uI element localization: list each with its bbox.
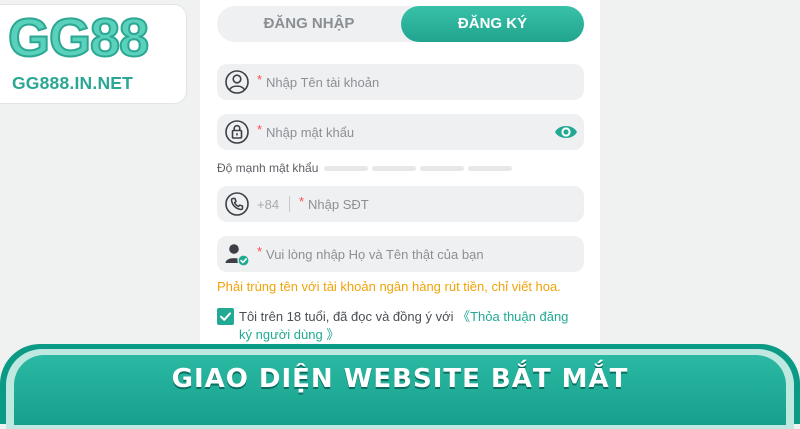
- auth-tabs: ĐĂNG NHẬP ĐĂNG KÝ: [217, 6, 584, 42]
- strength-bar-2: [372, 166, 416, 171]
- eye-icon[interactable]: [554, 121, 578, 143]
- strength-bar-4: [468, 166, 512, 171]
- user-check-icon: [225, 244, 250, 267]
- strength-bar-1: [324, 166, 368, 171]
- required-mark: *: [257, 244, 263, 259]
- tab-register[interactable]: ĐĂNG KÝ: [401, 6, 584, 42]
- required-mark: *: [299, 194, 305, 209]
- username-field[interactable]: * Nhập Tên tài khoản: [217, 64, 584, 100]
- phone-divider: [289, 196, 290, 212]
- password-strength-label: Độ mạnh mật khẩu: [217, 161, 319, 175]
- phone-field[interactable]: +84 * Nhập SĐT: [217, 186, 584, 222]
- strength-bar-3: [420, 166, 464, 171]
- fullname-placeholder: Vui lòng nhập Họ và Tên thật của bạn: [266, 247, 484, 262]
- user-icon: [225, 70, 249, 94]
- phone-placeholder: Nhập SĐT: [308, 197, 369, 212]
- username-placeholder: Nhập Tên tài khoản: [266, 75, 380, 90]
- agree-checkbox[interactable]: [217, 308, 234, 325]
- phone-prefix: +84: [257, 197, 280, 212]
- phone-icon: [225, 192, 249, 216]
- name-hint: Phải trùng tên với tài khoản ngân hàng r…: [217, 279, 561, 294]
- logo-url: GG888.IN.NET: [12, 73, 134, 93]
- agreement-text: Tôi trên 18 tuổi, đã đọc và đồng ý với 《…: [239, 308, 584, 344]
- password-field[interactable]: * Nhập mật khẩu: [217, 114, 584, 150]
- banner-title: GIAO DIỆN WEBSITE BẮT MẮT: [171, 364, 629, 394]
- logo-text: GG88: [7, 8, 150, 68]
- fullname-field[interactable]: * Vui lòng nhập Họ và Tên thật của bạn: [217, 236, 584, 272]
- register-panel: [200, 0, 600, 360]
- logo-card: GG88 GG888.IN.NET: [0, 5, 186, 103]
- checkmark-icon: [220, 312, 231, 321]
- lock-icon: [225, 120, 249, 144]
- tab-login[interactable]: ĐĂNG NHẬP: [217, 6, 401, 42]
- password-placeholder: Nhập mật khẩu: [266, 125, 355, 140]
- required-mark: *: [257, 122, 263, 137]
- required-mark: *: [257, 72, 263, 87]
- agree-label: Tôi trên 18 tuổi, đã đọc và đồng ý với: [239, 309, 458, 324]
